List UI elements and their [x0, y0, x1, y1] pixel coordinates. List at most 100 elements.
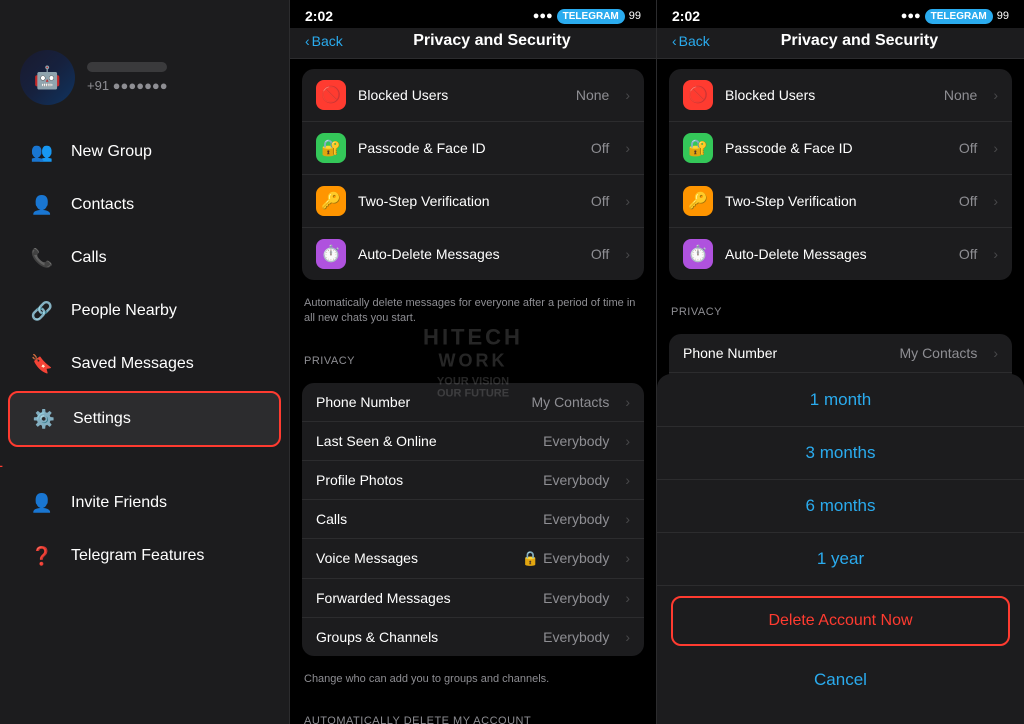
passcode-value: Off	[591, 140, 609, 156]
picker-1-month[interactable]: 1 month	[657, 374, 1024, 427]
right-back-button[interactable]: ‹ Back	[672, 33, 710, 49]
contacts-label: Contacts	[71, 196, 134, 214]
calls-chevron: ›	[625, 511, 630, 527]
right-two-step-value: Off	[959, 193, 977, 209]
auto-delete-icon: ⏱️	[316, 239, 346, 269]
passcode-row[interactable]: 🔐 Passcode & Face ID Off ›	[302, 122, 644, 175]
blocked-users-label: Blocked Users	[358, 87, 564, 103]
two-step-value: Off	[591, 193, 609, 209]
right-blocked-users-label: Blocked Users	[725, 87, 932, 103]
settings-icon: ⚙️	[30, 405, 58, 433]
invite-friends-label: Invite Friends	[71, 494, 167, 512]
auto-delete-row[interactable]: ⏱️ Auto-Delete Messages Off ›	[302, 228, 644, 280]
right-back-chevron: ‹	[672, 33, 677, 49]
last-seen-row[interactable]: Last Seen & Online Everybody ›	[302, 422, 644, 461]
sidebar-item-people-nearby[interactable]: 🔗 People Nearby	[8, 285, 281, 337]
phone-number-label: Phone Number	[316, 394, 520, 410]
sidebar-item-saved-messages[interactable]: 🔖 Saved Messages	[8, 338, 281, 390]
right-auto-delete-chevron: ›	[993, 246, 998, 262]
delete-account-button[interactable]: Delete Account Now	[671, 596, 1010, 646]
forwarded-messages-row[interactable]: Forwarded Messages Everybody ›	[302, 579, 644, 618]
privacy-section-header: PRIVACY	[290, 339, 656, 373]
voice-messages-row[interactable]: Voice Messages 🔒 Everybody ›	[302, 539, 644, 579]
forwarded-messages-chevron: ›	[625, 590, 630, 606]
last-seen-chevron: ›	[625, 433, 630, 449]
right-blocked-users-icon: 🚫	[683, 80, 713, 110]
right-phone-chevron: ›	[993, 345, 998, 361]
contacts-icon: 👤	[28, 191, 56, 219]
two-step-row[interactable]: 🔑 Two-Step Verification Off ›	[302, 175, 644, 228]
two-step-chevron: ›	[625, 193, 630, 209]
right-signal-icon: ●●●	[901, 10, 921, 22]
middle-battery: 99	[629, 10, 641, 22]
passcode-icon: 🔐	[316, 133, 346, 163]
middle-screen-content[interactable]: 🚫 Blocked Users None › 🔐 Passcode & Face…	[290, 59, 656, 724]
last-seen-value: Everybody	[543, 433, 609, 449]
groups-channels-value: Everybody	[543, 629, 609, 645]
phone-number-row[interactable]: Phone Number My Contacts ›	[302, 383, 644, 422]
invite-friends-icon: 👤	[28, 489, 56, 517]
right-blocked-users-row[interactable]: 🚫 Blocked Users None ›	[669, 69, 1012, 122]
privacy-section: Phone Number My Contacts › Last Seen & O…	[302, 383, 644, 656]
voice-messages-value: 🔒 Everybody	[522, 550, 609, 567]
right-passcode-label: Passcode & Face ID	[725, 140, 947, 156]
sidebar-header: 🤖 +91 ●●●●●●●	[0, 0, 289, 120]
settings-arrow-indicator: ←	[0, 448, 289, 476]
red-arrow-icon: ←	[0, 446, 8, 477]
calls-privacy-value: Everybody	[543, 511, 609, 527]
right-two-step-row[interactable]: 🔑 Two-Step Verification Off ›	[669, 175, 1012, 228]
middle-panel: 2:02 ●●● TELEGRAM 99 ‹ Back Privacy and …	[290, 0, 657, 724]
picker-1-year[interactable]: 1 year	[657, 533, 1024, 586]
right-two-step-label: Two-Step Verification	[725, 193, 947, 209]
groups-channels-label: Groups & Channels	[316, 629, 531, 645]
calls-privacy-label: Calls	[316, 511, 531, 527]
right-passcode-value: Off	[959, 140, 977, 156]
middle-time: 2:02	[305, 8, 333, 24]
right-passcode-icon: 🔐	[683, 133, 713, 163]
picker-6-months[interactable]: 6 months	[657, 480, 1024, 533]
phone-number-chevron: ›	[625, 394, 630, 410]
profile-photos-row[interactable]: Profile Photos Everybody ›	[302, 461, 644, 500]
sidebar-item-contacts[interactable]: 👤 Contacts	[8, 179, 281, 231]
blocked-users-icon: 🚫	[316, 80, 346, 110]
sidebar-item-calls[interactable]: 📞 Calls	[8, 232, 281, 284]
right-phone-number-row[interactable]: Phone Number My Contacts ›	[669, 334, 1012, 373]
profile-photos-chevron: ›	[625, 472, 630, 488]
cancel-button[interactable]: Cancel	[657, 656, 1024, 704]
two-step-label: Two-Step Verification	[358, 193, 579, 209]
blocked-users-row[interactable]: 🚫 Blocked Users None ›	[302, 69, 644, 122]
right-battery: 99	[997, 10, 1009, 22]
sidebar-nav: 👥 New Group 👤 Contacts 📞 Calls 🔗 People …	[0, 120, 289, 724]
profile-photos-value: Everybody	[543, 472, 609, 488]
voice-messages-label: Voice Messages	[316, 550, 510, 566]
right-back-label: Back	[679, 33, 710, 49]
middle-status-icons: ●●● TELEGRAM 99	[533, 9, 641, 24]
sidebar-item-invite-friends[interactable]: 👤 Invite Friends	[8, 477, 281, 529]
middle-signal-icon: ●●●	[533, 10, 553, 22]
right-passcode-row[interactable]: 🔐 Passcode & Face ID Off ›	[669, 122, 1012, 175]
middle-nav-bar: ‹ Back Privacy and Security	[290, 28, 656, 59]
right-status-icons: ●●● TELEGRAM 99	[901, 9, 1009, 24]
picker-3-months[interactable]: 3 months	[657, 427, 1024, 480]
right-nav-bar: ‹ Back Privacy and Security	[657, 28, 1024, 59]
passcode-label: Passcode & Face ID	[358, 140, 579, 156]
middle-back-button[interactable]: ‹ Back	[305, 33, 343, 49]
middle-back-label: Back	[312, 33, 343, 49]
right-auto-delete-row[interactable]: ⏱️ Auto-Delete Messages Off ›	[669, 228, 1012, 280]
calls-row[interactable]: Calls Everybody ›	[302, 500, 644, 539]
phone-number-value: My Contacts	[532, 394, 610, 410]
sidebar-item-new-group[interactable]: 👥 New Group	[8, 126, 281, 178]
people-nearby-label: People Nearby	[71, 302, 177, 320]
sidebar-item-settings[interactable]: ⚙️ Settings	[8, 391, 281, 447]
new-group-icon: 👥	[28, 138, 56, 166]
avatar-image: 🤖	[20, 50, 75, 105]
autodelete-header: AUTOMATICALLY DELETE MY ACCOUNT	[290, 699, 656, 724]
settings-label: Settings	[73, 410, 131, 428]
groups-footer: Change who can add you to groups and cha…	[290, 666, 656, 699]
calls-icon: 📞	[28, 244, 56, 272]
groups-channels-row[interactable]: Groups & Channels Everybody ›	[302, 618, 644, 656]
sidebar-item-telegram-features[interactable]: ❓ Telegram Features	[8, 530, 281, 582]
two-step-icon: 🔑	[316, 186, 346, 216]
top-section-footer: Automatically delete messages for everyo…	[290, 290, 656, 339]
right-auto-delete-value: Off	[959, 246, 977, 262]
